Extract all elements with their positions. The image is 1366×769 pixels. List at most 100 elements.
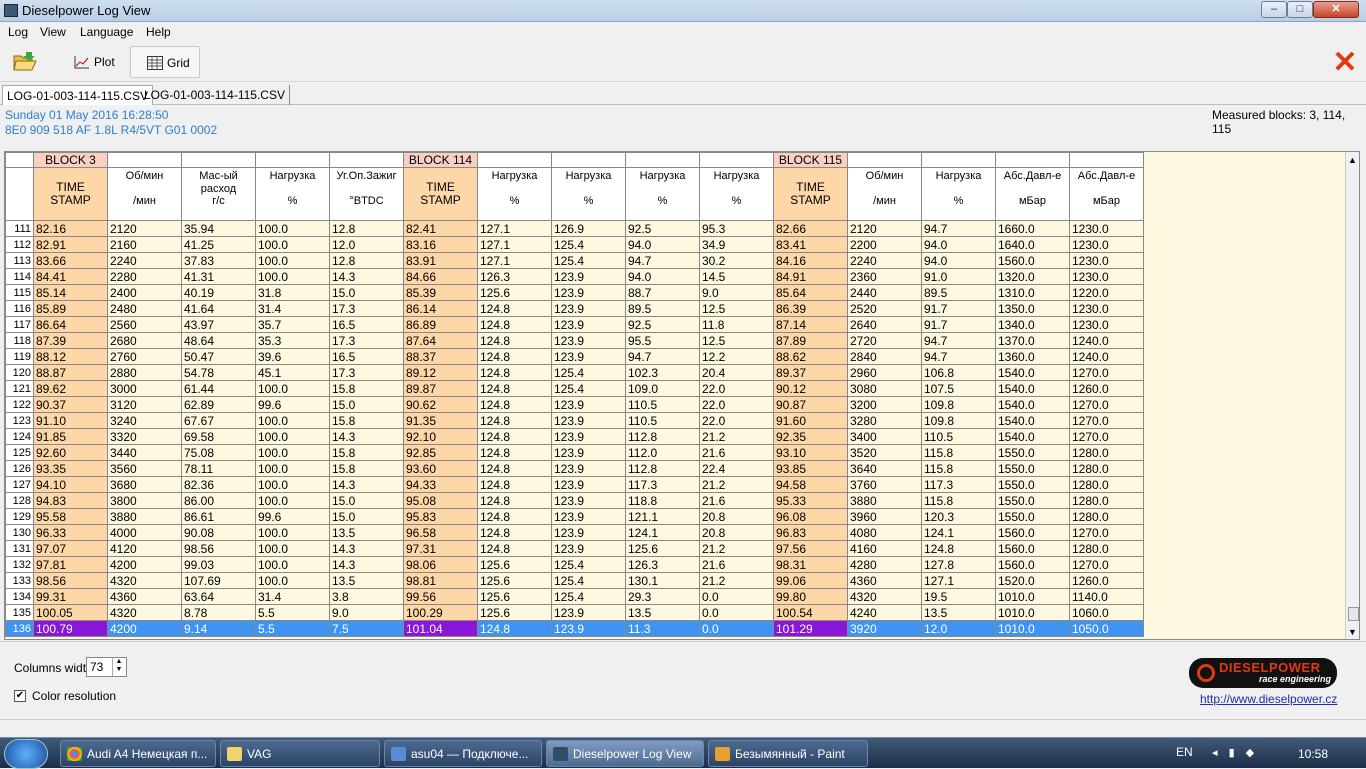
table-cell: 93.60	[403, 460, 478, 477]
table-row[interactable]: 123 91.10 3240 67.67 100.0 15.8 91.35 124.8 123.…	[5, 412, 1144, 429]
table-row[interactable]: 120 88.87 2880 54.78 45.1 17.3 89.12 124.8 125.4…	[5, 364, 1144, 381]
table-row[interactable]: 124 91.85 3320 69.58 100.0 14.3 92.10 124.8 123.…	[5, 428, 1144, 445]
taskbar-item-remote[interactable]: asu04 — Подключе...	[384, 740, 542, 767]
menu-log[interactable]: Log	[8, 25, 28, 39]
table-cell: 1660.0	[995, 220, 1070, 237]
table-cell: 30.2	[699, 252, 774, 269]
column-header[interactable]: Нагрузка%	[255, 167, 330, 221]
taskbar-item-vag[interactable]: VAG	[220, 740, 380, 767]
taskbar-item-chrome[interactable]: Audi A4 Немецкая п...	[60, 740, 216, 767]
taskbar-item-paint[interactable]: Безымянный - Paint	[708, 740, 868, 767]
table-cell: 94.83	[33, 492, 108, 509]
column-header[interactable]: Об/мин/мин	[107, 167, 182, 221]
language-indicator[interactable]: EN	[1176, 745, 1193, 759]
table-cell: 91.0	[921, 268, 996, 285]
maximize-button[interactable]: □	[1287, 1, 1313, 18]
column-header[interactable]: Нагрузка%	[625, 167, 700, 221]
clock[interactable]: 10:58	[1298, 747, 1328, 761]
column-header[interactable]: Нагрузка%	[921, 167, 996, 221]
plot-button[interactable]: Plot	[68, 46, 126, 78]
vertical-scrollbar[interactable]: ▲ ▼	[1345, 152, 1359, 639]
data-grid[interactable]: BLOCK 3 BLOCK 114 BLOCK 115 TIME STAMP Об/мин…	[4, 151, 1360, 640]
table-row[interactable]: 130 96.33 4000 90.08 100.0 13.5 96.58 124.8 123.…	[5, 524, 1144, 541]
table-row[interactable]: 121 89.62 3000 61.44 100.0 15.8 89.87 124.8 125.…	[5, 380, 1144, 397]
table-cell: 3880	[107, 508, 182, 525]
table-row[interactable]: 114 84.41 2280 41.31 100.0 14.3 84.66 126.3 123.…	[5, 268, 1144, 285]
column-header[interactable]: Нагрузка%	[477, 167, 552, 221]
table-row[interactable]: 125 92.60 3440 75.08 100.0 15.8 92.85 124.8 123.…	[5, 444, 1144, 461]
table-cell: 124.8	[477, 444, 552, 461]
table-row[interactable]: 128 94.83 3800 86.00 100.0 15.0 95.08 124.8 123.…	[5, 492, 1144, 509]
table-row[interactable]: 131 97.07 4120 98.56 100.0 14.3 97.31 124.8 123.…	[5, 540, 1144, 557]
minimize-button[interactable]: –	[1261, 1, 1287, 18]
tab-log-file-1[interactable]: LOG-01-003-114-115.CSV	[2, 85, 153, 105]
scroll-thumb[interactable]	[1348, 607, 1359, 621]
grid-button[interactable]: Grid	[130, 46, 200, 78]
table-cell: 48.64	[181, 332, 256, 349]
table-cell: 82.66	[773, 220, 848, 237]
column-header[interactable]: Мас-ый расход г/с	[181, 167, 256, 221]
table-cell: 124.8	[477, 348, 552, 365]
row-number: 119	[5, 348, 34, 365]
table-cell: 1280.0	[1069, 508, 1144, 525]
table-row[interactable]: 126 93.35 3560 78.11 100.0 15.8 93.60 124.8 123.…	[5, 460, 1144, 477]
table-row[interactable]: 134 99.31 4360 63.64 31.4 3.8 99.56 125.6 125.4 2…	[5, 588, 1144, 605]
table-cell: 100.0	[255, 460, 330, 477]
table-row[interactable]: 122 90.37 3120 62.89 99.6 15.0 90.62 124.8 123.9…	[5, 396, 1144, 413]
column-unit: мБар	[1018, 195, 1047, 207]
row-number: 128	[5, 492, 34, 509]
table-row[interactable]: 129 95.58 3880 86.61 99.6 15.0 95.83 124.8 123.9…	[5, 508, 1144, 525]
table-row[interactable]: 136 100.79 4200 9.14 5.5 7.5 101.04 124.8 123.9 1…	[5, 620, 1144, 637]
table-row[interactable]: 115 85.14 2400 40.19 31.8 15.0 85.39 125.6 123.9…	[5, 284, 1144, 301]
columns-width-spinner[interactable]: ▲ ▼	[112, 658, 125, 676]
column-header[interactable]: TIME STAMP	[403, 167, 478, 221]
table-cell: 82.36	[181, 476, 256, 493]
table-row[interactable]: 127 94.10 3680 82.36 100.0 14.3 94.33 124.8 123.…	[5, 476, 1144, 493]
table-cell: 22.0	[699, 412, 774, 429]
menu-language[interactable]: Language	[80, 25, 133, 39]
table-row[interactable]: 133 98.56 4320 107.69 100.0 13.5 98.81 125.6 125…	[5, 572, 1144, 589]
close-window-button[interactable]: ✕	[1313, 1, 1359, 18]
table-cell: 124.8	[921, 540, 996, 557]
website-link[interactable]: http://www.dieselpower.cz	[1200, 692, 1337, 706]
table-cell: 99.56	[403, 588, 478, 605]
tray-icons[interactable]: ◂ ▮ ◆	[1212, 746, 1258, 759]
table-row[interactable]: 116 85.89 2480 41.64 31.4 17.3 86.14 124.8 123.9…	[5, 300, 1144, 317]
menu-help[interactable]: Help	[146, 25, 171, 39]
table-cell: 2280	[107, 268, 182, 285]
column-header[interactable]: Абс.Давл-е мБар	[995, 167, 1070, 221]
table-row[interactable]: 117 86.64 2560 43.97 35.7 16.5 86.89 124.8 123.9…	[5, 316, 1144, 333]
table-row[interactable]: 118 87.39 2680 48.64 35.3 17.3 87.64 124.8 123.9…	[5, 332, 1144, 349]
table-cell: 125.6	[477, 284, 552, 301]
table-cell: 117.3	[921, 476, 996, 493]
table-row[interactable]: 113 83.66 2240 37.83 100.0 12.8 83.91 127.1 125.…	[5, 252, 1144, 269]
table-cell: 99.31	[33, 588, 108, 605]
column-header[interactable]: Абс.Давл-е мБар	[1069, 167, 1144, 221]
table-row[interactable]: 112 82.91 2160 41.25 100.0 12.0 83.16 127.1 125.…	[5, 236, 1144, 253]
table-row[interactable]: 111 82.16 2120 35.94 100.0 12.8 82.41 127.1 126.…	[5, 220, 1144, 237]
taskbar-label: asu04 — Подключе...	[411, 747, 529, 761]
table-cell: 91.10	[33, 412, 108, 429]
table-row[interactable]: 135 100.05 4320 8.78 5.5 9.0 100.29 125.6 123.9 1…	[5, 604, 1144, 621]
close-log-icon[interactable]: ✕	[1330, 48, 1360, 78]
table-row[interactable]: 119 88.12 2760 50.47 39.6 16.5 88.37 124.8 123.9…	[5, 348, 1144, 365]
column-header[interactable]: Нагрузка%	[551, 167, 626, 221]
scroll-up-icon[interactable]: ▲	[1348, 155, 1357, 165]
scroll-down-icon[interactable]: ▼	[1348, 627, 1357, 637]
menu-view[interactable]: View	[40, 25, 66, 39]
column-header[interactable]: Об/мин/мин	[847, 167, 922, 221]
start-button[interactable]	[4, 739, 48, 769]
tab-log-file-2[interactable]: LOG-01-003-114-115.CSV	[140, 85, 290, 105]
table-cell: 1230.0	[1069, 316, 1144, 333]
taskbar-item-dieselpower[interactable]: Dieselpower Log View	[546, 740, 704, 767]
open-folder-button[interactable]	[8, 46, 44, 78]
column-header[interactable]: TIME STAMP	[773, 167, 848, 221]
column-header[interactable]: TIME STAMP	[33, 167, 108, 221]
column-header[interactable]: Нагрузка%	[699, 167, 774, 221]
table-cell: 124.8	[477, 332, 552, 349]
table-cell: 123.9	[551, 620, 626, 637]
table-row[interactable]: 132 97.81 4200 99.03 100.0 14.3 98.06 125.6 125.…	[5, 556, 1144, 573]
color-resolution-checkbox[interactable]: ✔	[14, 690, 26, 702]
table-cell: 123.9	[551, 316, 626, 333]
column-header[interactable]: Уг.Оп.Зажиг °BTDC	[329, 167, 404, 221]
